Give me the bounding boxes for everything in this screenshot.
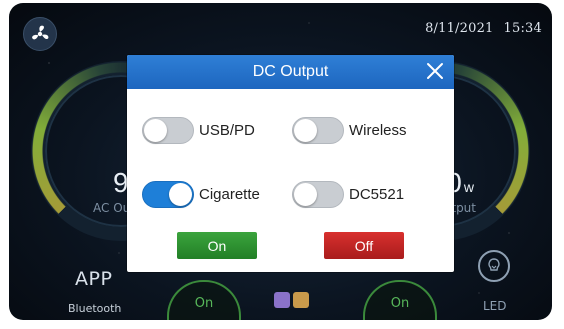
cigarette-row: Cigarette (142, 181, 260, 208)
wireless-row: Wireless (292, 117, 407, 144)
bluetooth-label: Bluetooth (68, 302, 122, 315)
wireless-label: Wireless (349, 122, 407, 139)
usb-pd-row: USB/PD (142, 117, 255, 144)
dialog-header: DC Output (127, 55, 454, 89)
dc5521-row: DC5521 (292, 181, 404, 208)
ac-on-button[interactable]: On (167, 280, 241, 320)
toggle-knob (294, 119, 317, 142)
time-text: 15:34 (503, 21, 542, 36)
cigarette-label: Cigarette (199, 186, 260, 203)
app-label[interactable]: APP (75, 268, 112, 290)
lightbulb-icon[interactable] (478, 250, 510, 282)
color-swatch-orange[interactable] (293, 292, 309, 308)
color-swatch-purple[interactable] (274, 292, 290, 308)
toggle-knob (294, 183, 317, 206)
toggle-knob (144, 119, 167, 142)
off-button[interactable]: Off (324, 232, 404, 259)
dialog-title: DC Output (252, 63, 329, 80)
toggle-knob (169, 183, 192, 206)
cigarette-toggle[interactable] (142, 181, 194, 208)
wireless-toggle[interactable] (292, 117, 344, 144)
date-text: 8/11/2021 (425, 21, 494, 36)
fan-button[interactable] (23, 17, 57, 51)
fan-icon (32, 25, 49, 40)
dc5521-toggle[interactable] (292, 181, 344, 208)
on-button[interactable]: On (177, 232, 257, 259)
dc-on-button[interactable]: On (363, 280, 437, 320)
datetime: 8/11/2021 15:34 (425, 21, 542, 36)
usb-pd-label: USB/PD (199, 122, 255, 139)
close-icon (427, 63, 443, 79)
close-button[interactable] (424, 60, 446, 82)
dc5521-label: DC5521 (349, 186, 405, 203)
led-label: LED (483, 299, 507, 313)
usb-pd-toggle[interactable] (142, 117, 194, 144)
unit-text: w (463, 179, 474, 195)
